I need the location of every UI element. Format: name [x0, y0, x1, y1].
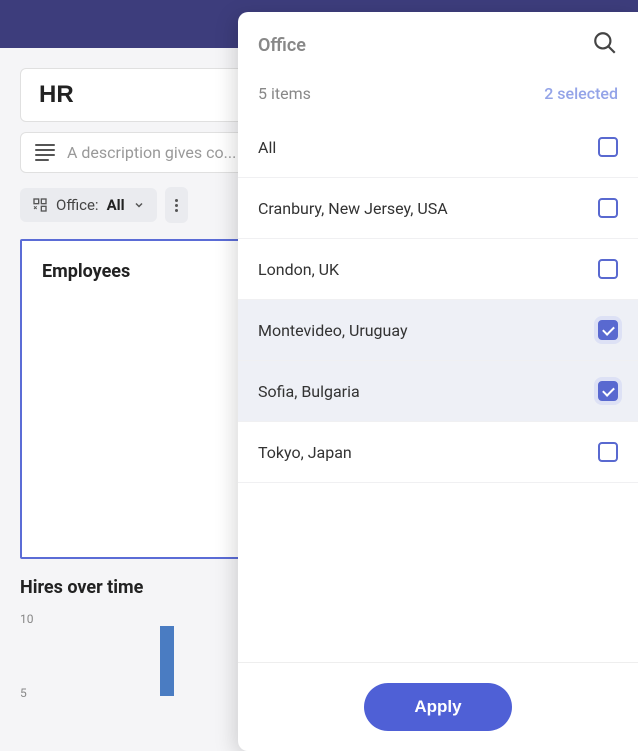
checkbox[interactable]	[598, 137, 618, 157]
checkbox[interactable]	[598, 320, 618, 340]
items-count: 5 items	[258, 84, 311, 103]
filter-value: All	[107, 196, 125, 214]
chart-bar	[160, 626, 174, 696]
checkbox[interactable]	[598, 198, 618, 218]
checkbox[interactable]	[598, 442, 618, 462]
popover-header: Office	[238, 12, 638, 68]
filter-icon	[32, 197, 48, 213]
option-label: London, UK	[258, 260, 339, 279]
option-row[interactable]: Tokyo, Japan	[238, 422, 638, 483]
filter-label: Office:	[56, 196, 99, 214]
more-button[interactable]	[165, 187, 188, 223]
y-tick: 10	[20, 612, 34, 626]
option-list: All Cranbury, New Jersey, USA London, UK Mo…	[238, 117, 638, 662]
checkbox[interactable]	[598, 259, 618, 279]
option-label: Tokyo, Japan	[258, 443, 352, 462]
popover-subheader: 5 items 2 selected	[238, 68, 638, 117]
y-tick: 5	[20, 686, 27, 700]
popover-title: Office	[258, 35, 306, 56]
option-label: All	[258, 138, 276, 157]
option-label: Montevideo, Uruguay	[258, 321, 408, 340]
description-placeholder: A description gives co...	[67, 143, 236, 162]
option-row[interactable]: Sofia, Bulgaria	[238, 361, 638, 422]
selected-count: 2 selected	[544, 84, 618, 103]
search-icon	[592, 30, 618, 56]
option-row[interactable]: London, UK	[238, 239, 638, 300]
office-filter-popover: Office 5 items 2 selected All Cranbury, N…	[238, 12, 638, 751]
apply-button[interactable]: Apply	[364, 683, 511, 731]
option-label: Cranbury, New Jersey, USA	[258, 199, 448, 218]
checkbox[interactable]	[598, 381, 618, 401]
chevron-down-icon	[133, 199, 145, 211]
search-button[interactable]	[592, 30, 618, 60]
popover-footer: Apply	[238, 662, 638, 751]
paragraph-icon	[35, 144, 55, 161]
option-row[interactable]: Montevideo, Uruguay	[238, 300, 638, 361]
office-filter-chip[interactable]: Office: All	[20, 188, 157, 222]
option-row[interactable]: Cranbury, New Jersey, USA	[238, 178, 638, 239]
option-label: Sofia, Bulgaria	[258, 382, 360, 401]
option-row[interactable]: All	[238, 117, 638, 178]
